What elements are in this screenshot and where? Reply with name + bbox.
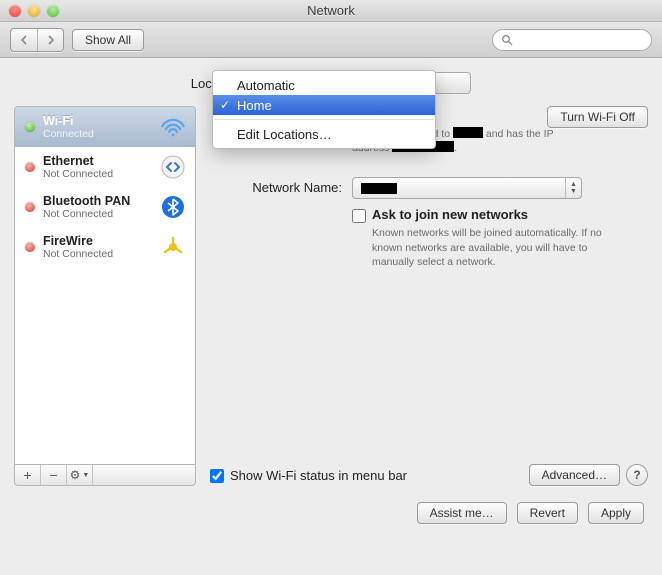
sidebar-item-bluetooth[interactable]: Bluetooth PAN Not Connected xyxy=(15,187,195,227)
menu-item-label: Home xyxy=(237,98,272,113)
source-list: Wi-Fi Connected xyxy=(14,106,196,464)
sidebar-item-text: Ethernet Not Connected xyxy=(43,154,159,180)
status-desc-part: . xyxy=(454,142,457,154)
sidebar-footer: + − ⚙︎▼ xyxy=(14,464,196,486)
location-menu-edit[interactable]: Edit Locations… xyxy=(213,124,435,144)
location-menu: Automatic ✓ Home Edit Locations… xyxy=(212,70,436,149)
bluetooth-icon xyxy=(159,193,187,221)
back-button[interactable] xyxy=(11,29,37,51)
menu-item-label: Edit Locations… xyxy=(237,127,332,142)
window-controls xyxy=(0,5,59,17)
remove-interface-button[interactable]: − xyxy=(41,465,67,485)
sidebar-item-firewire[interactable]: FireWire Not Connected xyxy=(15,227,195,267)
sidebar-item-name: Bluetooth PAN xyxy=(43,194,159,208)
sidebar-item-sub: Not Connected xyxy=(43,168,159,180)
content: Location: Automatic ✓ Home Edit Location… xyxy=(0,58,662,486)
location-menu-home[interactable]: ✓ Home xyxy=(213,95,435,115)
sidebar-item-wifi[interactable]: Wi-Fi Connected xyxy=(15,107,195,147)
assist-me-button[interactable]: Assist me… xyxy=(417,502,507,524)
status-dot xyxy=(25,202,35,212)
network-name-popup[interactable]: ▲▼ xyxy=(352,177,582,199)
apply-button[interactable]: Apply xyxy=(588,502,644,524)
menu-item-label: Automatic xyxy=(237,78,295,93)
bottom-bar: Assist me… Revert Apply xyxy=(0,486,662,540)
action-menu-button[interactable]: ⚙︎▼ xyxy=(67,465,93,485)
forward-button[interactable] xyxy=(37,29,63,51)
detail-footer: Show Wi-Fi status in menu bar Advanced… … xyxy=(210,464,648,486)
ethernet-icon xyxy=(159,153,187,181)
sidebar-item-name: Wi-Fi xyxy=(43,114,159,128)
sidebar: Wi-Fi Connected xyxy=(14,106,196,486)
sidebar-item-text: Bluetooth PAN Not Connected xyxy=(43,194,159,220)
add-interface-button[interactable]: + xyxy=(15,465,41,485)
status-dot xyxy=(25,122,35,132)
status-dot xyxy=(25,242,35,252)
sidebar-item-name: FireWire xyxy=(43,234,159,248)
help-icon: ? xyxy=(633,468,640,482)
search-field[interactable] xyxy=(492,29,652,51)
detail-pane: Turn Wi-Fi Off Status: Connected Wi-Fi i… xyxy=(210,106,648,486)
popup-arrows-icon: ▲▼ xyxy=(565,178,581,198)
minimize-button[interactable] xyxy=(28,5,40,17)
main-area: Wi-Fi Connected xyxy=(14,106,648,486)
gear-icon: ⚙︎ xyxy=(70,468,81,482)
turn-wifi-off-button[interactable]: Turn Wi-Fi Off xyxy=(547,106,648,128)
sidebar-item-text: Wi-Fi Connected xyxy=(43,114,159,140)
redacted-network-name xyxy=(361,183,397,194)
network-name-label: Network Name: xyxy=(210,177,352,199)
revert-button[interactable]: Revert xyxy=(517,502,578,524)
sidebar-item-ethernet[interactable]: Ethernet Not Connected xyxy=(15,147,195,187)
search-icon xyxy=(501,34,513,46)
show-menubar-label: Show Wi-Fi status in menu bar xyxy=(230,468,407,483)
status-dot xyxy=(25,162,35,172)
chevron-down-icon: ▼ xyxy=(82,472,89,479)
search-input[interactable] xyxy=(518,32,643,48)
location-menu-automatic[interactable]: Automatic xyxy=(213,75,435,95)
titlebar: Network xyxy=(0,0,662,22)
show-all-button[interactable]: Show All xyxy=(72,29,144,51)
toolbar: Show All xyxy=(0,22,662,58)
ask-join-label: Ask to join new networks xyxy=(372,207,612,222)
network-name-row: Network Name: ▲▼ xyxy=(210,177,648,199)
sidebar-item-sub: Not Connected xyxy=(43,248,159,260)
show-menubar-checkbox[interactable] xyxy=(210,469,224,483)
sidebar-item-name: Ethernet xyxy=(43,154,159,168)
nav-segment xyxy=(10,28,64,52)
sidebar-item-text: FireWire Not Connected xyxy=(43,234,159,260)
ask-join-row: Ask to join new networks Known networks … xyxy=(210,207,648,269)
check-icon: ✓ xyxy=(220,98,230,112)
ask-join-checkbox[interactable] xyxy=(352,209,366,223)
menu-separator xyxy=(214,119,434,120)
window-title: Network xyxy=(0,3,662,18)
sidebar-item-sub: Not Connected xyxy=(43,208,159,220)
help-button[interactable]: ? xyxy=(626,464,648,486)
firewire-icon xyxy=(159,233,187,261)
sidebar-item-sub: Connected xyxy=(43,128,159,140)
wifi-icon xyxy=(159,113,187,141)
ask-join-description: Known networks will be joined automatica… xyxy=(372,226,612,269)
close-button[interactable] xyxy=(9,5,21,17)
advanced-button[interactable]: Advanced… xyxy=(529,464,620,486)
zoom-button[interactable] xyxy=(47,5,59,17)
redacted-ssid xyxy=(453,127,483,138)
